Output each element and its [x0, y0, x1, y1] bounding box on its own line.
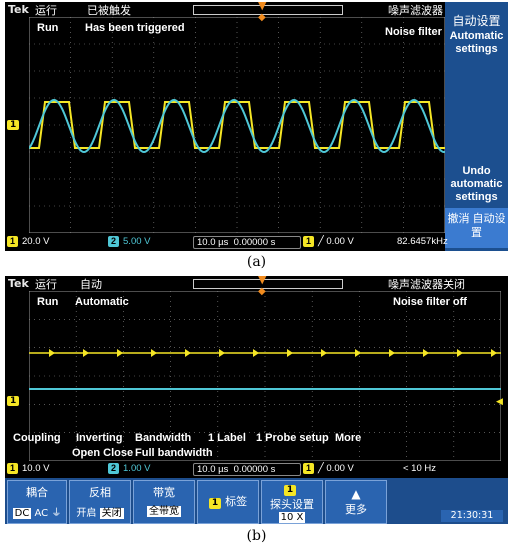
label-label: 1 Label	[208, 432, 246, 444]
up-arrow-icon: ▲	[351, 487, 361, 501]
caption-a: (a)	[246, 254, 267, 270]
undo-autoset-button[interactable]: 撤消 自动设置	[445, 208, 508, 248]
more-label: More	[335, 432, 362, 444]
ground-icon: ⏚	[51, 508, 62, 519]
trigger-level-icon: ◀	[496, 397, 503, 407]
more-button[interactable]: ▲ 更多	[325, 480, 387, 524]
bandwidth-value: 全带宽	[147, 506, 181, 517]
trigger-readout[interactable]: 1 ╱ 0.00 V	[303, 463, 354, 474]
side-title-cn: 自动设置	[452, 14, 501, 28]
record-view-bar	[193, 279, 343, 289]
brand-logo: Tek	[8, 3, 29, 16]
run-status-cn: 运行	[35, 279, 57, 291]
undo-autoset-label: Undo automatic settings	[450, 165, 503, 203]
inverting-label: Inverting	[76, 432, 123, 444]
full-bandwidth-label: Full bandwidth	[135, 447, 213, 459]
trigger-edge-icon: ╱	[318, 463, 324, 474]
invert-button[interactable]: 反相 开启 关闭	[69, 480, 131, 524]
ch1-scale[interactable]: 1 20.0 V	[7, 236, 49, 247]
brand-logo: Tek	[8, 277, 29, 290]
run-label: Run	[37, 296, 59, 308]
coupling-dc-option: DC	[12, 508, 32, 519]
timebase-readout[interactable]: 10.0 µs 0.00000 s	[193, 463, 301, 476]
status-bar-b: 1 10.0 V 2 1.00 V 10.0 µs 0.00000 s 1 ╱ 0.0…	[5, 462, 508, 477]
ch2-scale[interactable]: 2 1.00 V	[108, 463, 150, 474]
waveform-display-a	[29, 17, 445, 233]
coupling-ac-option: AC	[34, 508, 49, 519]
coupling-label: Coupling	[13, 432, 61, 444]
probe-setup-label: 1 Probe setup	[256, 432, 329, 444]
bandwidth-label: Bandwidth	[135, 432, 192, 444]
probe-value: 10 X	[278, 512, 306, 523]
trigger-status-cn: 已被触发	[87, 5, 131, 17]
invert-off-option: 关闭	[99, 508, 124, 519]
noise-filter-label: Noise filter off	[393, 296, 467, 308]
noise-filter-cn: 噪声滤波器	[388, 5, 443, 17]
trigger-marker-icon: ◆	[258, 286, 266, 297]
label-button[interactable]: 1 标签	[197, 480, 259, 524]
frequency-readout: 82.6457kHz	[397, 236, 448, 247]
oscilloscope-panel-a: Tek 运行 已被触发 ▼ 噪声滤波器 1 ◆ Run Has been tri…	[5, 2, 508, 251]
trigger-edge-icon: ╱	[318, 236, 324, 247]
trigger-readout[interactable]: 1 ╱ 0.00 V	[303, 236, 354, 247]
frequency-readout: < 10 Hz	[403, 463, 437, 474]
side-title-en: Automatic settings	[449, 30, 504, 55]
side-menu-autoset: 自动设置 Automatic settings Undo automatic s…	[445, 2, 508, 251]
caption-b: (b)	[246, 528, 267, 544]
trigger-position-icon: ▼	[258, 276, 267, 286]
mode-status-cn: 自动	[80, 279, 102, 291]
invert-on-option: 开启	[76, 508, 97, 519]
clock: 21:30:31	[441, 510, 503, 522]
run-status-cn: 运行	[35, 5, 57, 17]
status-bar-a: 1 20.0 V 2 5.00 V 10.0 µs 0.00000 s 1 ╱ 0.0…	[5, 235, 448, 250]
open-close-label: Open Close	[72, 447, 134, 459]
trigger-marker-icon: ◆	[258, 12, 266, 23]
coupling-button[interactable]: 耦合 DC AC ⏚	[7, 480, 67, 524]
oscilloscope-panel-b: Tek 运行 自动 ▼ 噪声滤波器关闭 1 ◆ ◀ Run Automatic …	[5, 276, 508, 524]
triggered-label: Has been triggered	[85, 22, 185, 34]
run-label: Run	[37, 22, 59, 34]
ch1-ground-marker[interactable]: 1	[7, 120, 20, 130]
noise-filter-label: Noise filter	[385, 26, 442, 38]
record-view-bar	[193, 5, 343, 15]
ch1-scale[interactable]: 1 10.0 V	[7, 463, 49, 474]
timebase-readout[interactable]: 10.0 µs 0.00000 s	[193, 236, 301, 249]
mode-label: Automatic	[75, 296, 129, 308]
noise-filter-cn: 噪声滤波器关闭	[388, 279, 465, 291]
trigger-position-icon: ▼	[258, 2, 267, 12]
probe-setup-button[interactable]: 1 探头设置 10 X	[261, 480, 323, 524]
channel-menu-bar: 耦合 DC AC ⏚ 反相 开启 关闭 带宽 全带宽 1 标签 1 探头设置 10…	[5, 478, 508, 524]
ch2-scale[interactable]: 2 5.00 V	[108, 236, 150, 247]
bandwidth-button[interactable]: 带宽 全带宽	[133, 480, 195, 524]
ch1-ground-marker[interactable]: 1	[7, 396, 20, 406]
